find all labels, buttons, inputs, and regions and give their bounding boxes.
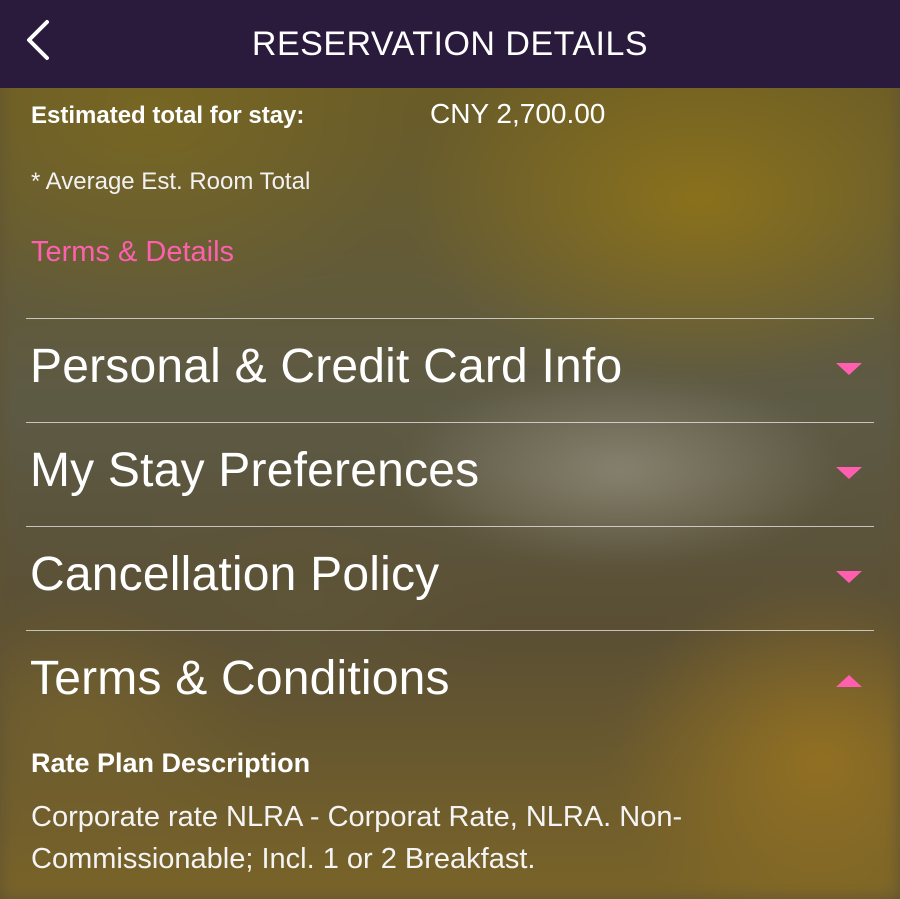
- section-title: My Stay Preferences: [30, 444, 480, 497]
- page-title: RESERVATION DETAILS: [251, 24, 649, 63]
- back-button[interactable]: [16, 18, 60, 62]
- section-stay-preferences[interactable]: My Stay Preferences: [26, 422, 874, 526]
- section-title: Cancellation Policy: [30, 548, 440, 601]
- section-cancellation-policy[interactable]: Cancellation Policy: [26, 526, 874, 630]
- top-nav-bar: RESERVATION DETAILS: [0, 0, 900, 88]
- caret-down-icon: [836, 571, 862, 583]
- caret-down-icon: [836, 467, 862, 479]
- estimated-total-label: Estimated total for stay:: [31, 102, 305, 129]
- section-personal-credit-card[interactable]: Personal & Credit Card Info: [26, 318, 874, 422]
- chevron-left-icon: [27, 20, 49, 60]
- estimated-total-row: Estimated total for stay: CNY 2,700.00: [31, 98, 871, 132]
- caret-up-icon: [836, 675, 862, 687]
- section-terms-conditions[interactable]: Terms & Conditions: [26, 630, 874, 734]
- rate-plan-description: Corporate rate NLRA - Corporat Rate, NLR…: [31, 801, 683, 875]
- section-title: Terms & Conditions: [30, 652, 450, 705]
- section-title: Personal & Credit Card Info: [30, 340, 623, 393]
- terms-details-link[interactable]: Terms & Details: [31, 236, 234, 269]
- caret-down-icon: [836, 363, 862, 375]
- average-room-total-note: * Average Est. Room Total: [31, 168, 311, 195]
- rate-plan-heading: Rate Plan Description: [31, 748, 311, 778]
- estimated-total-value: CNY 2,700.00: [430, 98, 606, 129]
